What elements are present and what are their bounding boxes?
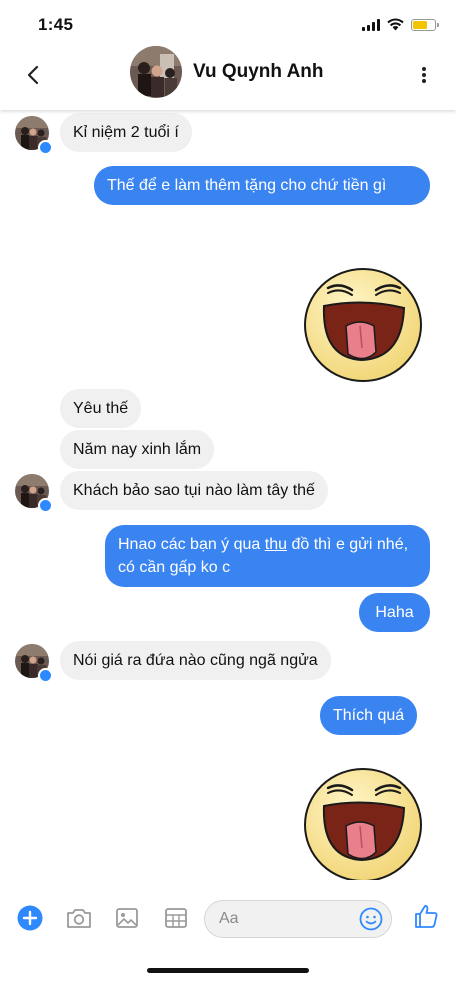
contact-name[interactable]: Vu Quynh Anh <box>193 61 324 83</box>
message-bubble[interactable]: Khách bảo sao tụi nào làm tây thế <box>60 471 328 510</box>
add-button[interactable] <box>16 904 44 932</box>
message-link[interactable]: thu <box>265 536 287 553</box>
signal-icon <box>362 18 380 31</box>
message-bubble[interactable]: Yêu thế <box>60 389 142 428</box>
more-vertical-icon <box>422 67 426 83</box>
battery-icon <box>411 18 439 31</box>
contact-avatar[interactable] <box>130 46 182 98</box>
message-bubble[interactable]: Nói giá ra đứa nào cũng ngã ngửa <box>60 641 331 680</box>
plus-circle-icon <box>17 905 43 931</box>
gallery-button[interactable] <box>162 904 190 932</box>
message-bubble[interactable]: Kỉ niệm 2 tuổi í <box>60 113 192 152</box>
chevron-left-icon <box>27 65 39 85</box>
chat-header: Vu Quynh Anh <box>0 46 456 110</box>
message-bubble[interactable]: Thế để e làm thêm tặng cho chứ tiền gì <box>94 166 430 205</box>
like-button[interactable] <box>412 902 440 930</box>
thumbs-up-icon <box>415 905 438 928</box>
emoji-icon[interactable] <box>359 907 383 931</box>
status-bar: 1:45 <box>0 0 456 46</box>
laughing-tongue-sticker[interactable] <box>300 260 426 386</box>
message-bubble[interactable]: Thích quá <box>320 696 418 735</box>
message-input[interactable] <box>219 901 359 937</box>
messenger-badge-icon <box>38 140 53 155</box>
message-bubble[interactable]: Năm nay xinh lắm <box>60 430 215 469</box>
camera-icon <box>67 909 91 928</box>
messenger-badge-icon <box>38 498 53 513</box>
image-icon <box>116 908 138 928</box>
message-bubble[interactable]: Haha <box>359 593 430 632</box>
messenger-badge-icon <box>38 668 53 683</box>
home-indicator[interactable] <box>147 968 309 973</box>
message-list: Kỉ niệm 2 tuổi í Thế để e làm thêm tặng … <box>0 110 456 880</box>
status-icons <box>362 18 439 31</box>
back-button[interactable] <box>18 60 48 90</box>
grid-icon <box>165 908 187 928</box>
photo-button[interactable] <box>113 904 141 932</box>
status-time: 1:45 <box>38 15 74 34</box>
message-bubble[interactable]: Hnao các bạn ý qua thu đồ thì e gửi nhé,… <box>105 525 430 587</box>
message-input-field[interactable] <box>204 900 392 938</box>
laughing-tongue-sticker[interactable] <box>300 760 426 880</box>
composer-bar <box>0 892 456 944</box>
camera-button[interactable] <box>65 904 93 932</box>
wifi-icon <box>387 18 404 31</box>
more-options-button[interactable] <box>414 60 434 90</box>
